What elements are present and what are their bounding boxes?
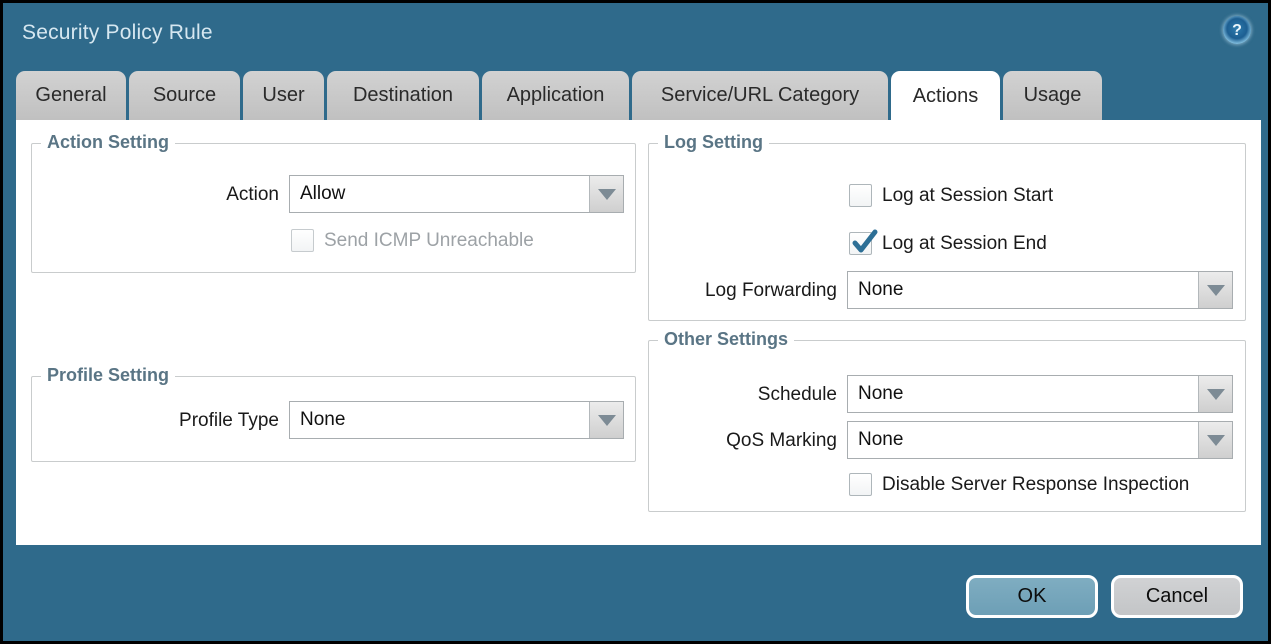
security-policy-rule-dialog: Security Policy Rule ? General Source Us… bbox=[0, 0, 1271, 644]
log-forwarding-dropdown[interactable]: None bbox=[847, 271, 1233, 309]
tab-actions[interactable]: Actions bbox=[891, 71, 1000, 121]
profile-setting-group: Profile Setting Profile Type None bbox=[31, 376, 636, 462]
send-icmp-unreachable-label: Send ICMP Unreachable bbox=[324, 230, 534, 252]
tab-general[interactable]: General bbox=[16, 71, 126, 120]
schedule-dropdown-value: None bbox=[848, 376, 1198, 412]
tab-destination[interactable]: Destination bbox=[327, 71, 479, 120]
help-icon[interactable]: ? bbox=[1223, 16, 1251, 44]
action-label: Action bbox=[32, 184, 279, 206]
log-session-start-label: Log at Session Start bbox=[882, 185, 1053, 207]
send-icmp-unreachable-row: Send ICMP Unreachable bbox=[291, 229, 534, 252]
schedule-label: Schedule bbox=[649, 384, 837, 406]
action-setting-group: Action Setting Action Allow Send ICMP Un… bbox=[31, 143, 636, 273]
log-setting-legend: Log Setting bbox=[658, 132, 769, 153]
action-setting-legend: Action Setting bbox=[41, 132, 175, 153]
other-settings-group: Other Settings Schedule None QoS Marking… bbox=[648, 340, 1246, 512]
chevron-down-icon[interactable] bbox=[589, 176, 623, 212]
disable-server-response-inspection-checkbox[interactable] bbox=[849, 473, 872, 496]
tab-usage[interactable]: Usage bbox=[1003, 71, 1102, 120]
log-session-start-row: Log at Session Start bbox=[849, 184, 1053, 207]
tab-service-url-category[interactable]: Service/URL Category bbox=[632, 71, 888, 120]
qos-marking-dropdown[interactable]: None bbox=[847, 421, 1233, 459]
ok-button[interactable]: OK bbox=[966, 575, 1098, 618]
disable-server-response-inspection-label: Disable Server Response Inspection bbox=[882, 474, 1189, 496]
tab-source[interactable]: Source bbox=[129, 71, 240, 120]
log-forwarding-dropdown-value: None bbox=[848, 272, 1198, 308]
action-dropdown[interactable]: Allow bbox=[289, 175, 624, 213]
dialog-title: Security Policy Rule bbox=[22, 21, 213, 45]
tab-bar: General Source User Destination Applicat… bbox=[16, 71, 1105, 121]
schedule-dropdown[interactable]: None bbox=[847, 375, 1233, 413]
chevron-down-icon[interactable] bbox=[1198, 422, 1232, 458]
profile-type-label: Profile Type bbox=[32, 410, 279, 432]
tab-application[interactable]: Application bbox=[482, 71, 629, 120]
profile-type-dropdown[interactable]: None bbox=[289, 401, 624, 439]
cancel-button[interactable]: Cancel bbox=[1111, 575, 1243, 618]
log-setting-group: Log Setting Log at Session Start Log at … bbox=[648, 143, 1246, 321]
checkmark-icon bbox=[850, 229, 880, 259]
qos-marking-label: QoS Marking bbox=[649, 430, 837, 452]
send-icmp-unreachable-checkbox bbox=[291, 229, 314, 252]
chevron-down-icon[interactable] bbox=[1198, 376, 1232, 412]
actions-tab-panel: Action Setting Action Allow Send ICMP Un… bbox=[16, 120, 1261, 545]
profile-setting-legend: Profile Setting bbox=[41, 365, 175, 386]
chevron-down-icon[interactable] bbox=[1198, 272, 1232, 308]
dsri-row: Disable Server Response Inspection bbox=[849, 473, 1189, 496]
tab-user[interactable]: User bbox=[243, 71, 324, 120]
chevron-down-icon[interactable] bbox=[589, 402, 623, 438]
other-settings-legend: Other Settings bbox=[658, 329, 794, 350]
profile-type-dropdown-value: None bbox=[290, 402, 589, 438]
log-session-end-label: Log at Session End bbox=[882, 233, 1047, 255]
log-session-end-checkbox[interactable] bbox=[849, 232, 872, 255]
log-session-start-checkbox[interactable] bbox=[849, 184, 872, 207]
qos-marking-dropdown-value: None bbox=[848, 422, 1198, 458]
action-dropdown-value: Allow bbox=[290, 176, 589, 212]
log-session-end-row: Log at Session End bbox=[849, 232, 1047, 255]
log-forwarding-label: Log Forwarding bbox=[649, 280, 837, 302]
